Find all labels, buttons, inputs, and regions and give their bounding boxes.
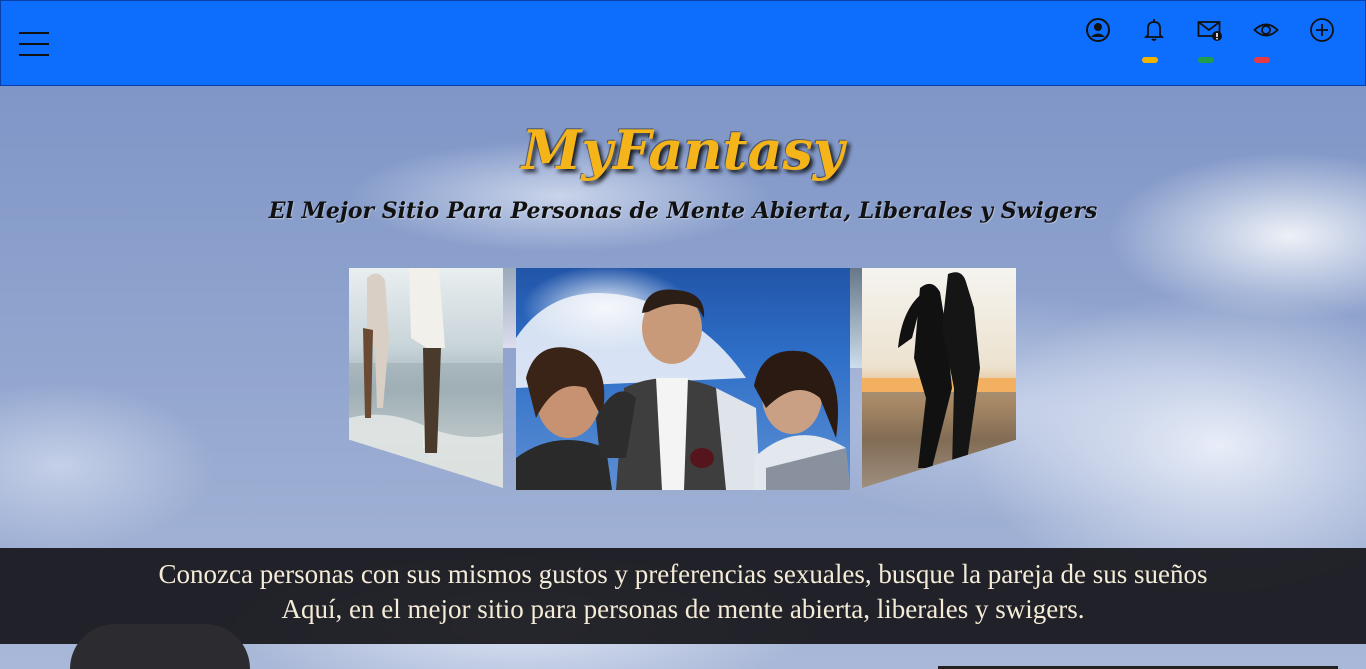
- collage-edge-strip: [503, 268, 516, 348]
- plus-circle-icon[interactable]: [1309, 17, 1337, 45]
- banner-line-2: Aquí, en el mejor sitio para personas de…: [281, 594, 1085, 624]
- account-icon[interactable]: [1085, 17, 1113, 45]
- collage-edge-strip: [850, 268, 862, 368]
- eye-icon[interactable]: [1253, 17, 1281, 45]
- mail-alert-icon[interactable]: [1197, 17, 1225, 45]
- top-navbar: [0, 0, 1366, 86]
- brand-title: MyFantasy: [521, 118, 845, 182]
- man-with-two-women-photo: [516, 268, 850, 490]
- notification-indicator: [1142, 57, 1158, 63]
- hamburger-menu-icon[interactable]: [19, 31, 49, 57]
- bell-icon[interactable]: [1141, 17, 1169, 45]
- messages-indicator: [1198, 57, 1214, 63]
- partial-image-below: [70, 624, 250, 669]
- hero-tagline: El Mejor Sitio Para Personas de Mente Ab…: [268, 198, 1098, 224]
- banner-line-1: Conozca personas con sus mismos gustos y…: [158, 559, 1208, 589]
- visits-indicator: [1254, 57, 1270, 63]
